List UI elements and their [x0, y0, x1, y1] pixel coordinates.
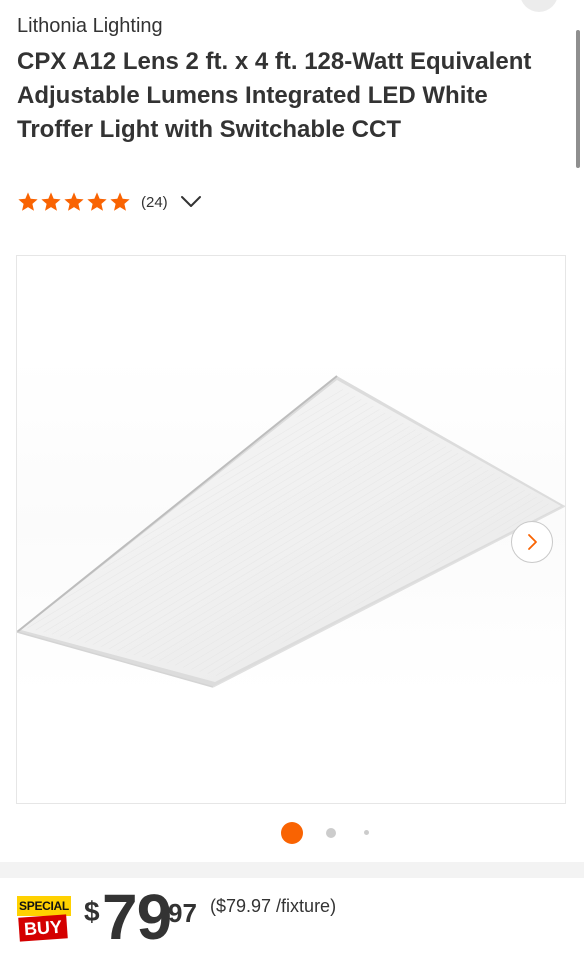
- brand-name[interactable]: Lithonia Lighting: [17, 15, 163, 38]
- chevron-right-icon: [528, 534, 537, 550]
- product-image-gallery[interactable]: [16, 255, 566, 804]
- special-buy-badge: SPECIAL BUY: [17, 896, 71, 942]
- star-icon: [87, 192, 107, 211]
- badge-top-label: SPECIAL: [17, 896, 71, 916]
- product-image: [17, 356, 565, 696]
- gallery-pagination: [0, 820, 584, 846]
- review-count[interactable]: (24): [141, 194, 168, 211]
- star-icon: [41, 192, 61, 211]
- price-dollars: 79: [102, 881, 172, 953]
- next-image-button[interactable]: [511, 521, 553, 563]
- scrollbar[interactable]: [576, 30, 580, 168]
- product-page: Lithonia Lighting CPX A12 Lens 2 ft. x 4…: [0, 0, 584, 960]
- unit-price: ($79.97 /fixture): [210, 896, 337, 916]
- price-currency: $: [84, 896, 100, 927]
- section-divider: [0, 862, 584, 878]
- badge-bottom-label: BUY: [18, 914, 68, 942]
- pagination-dot-active[interactable]: [281, 822, 303, 844]
- star-icon: [110, 192, 130, 211]
- rating-summary[interactable]: (24): [17, 188, 202, 216]
- pagination-dot[interactable]: [326, 828, 336, 838]
- product-title: CPX A12 Lens 2 ft. x 4 ft. 128-Watt Equi…: [17, 48, 532, 143]
- price-section: SPECIAL BUY $ 79 97 ($79.97 /fixture): [0, 878, 584, 960]
- pagination-dot[interactable]: [364, 830, 369, 835]
- star-rating: [17, 191, 132, 213]
- price-cents: 97: [168, 898, 197, 928]
- star-icon: [18, 192, 38, 211]
- top-action-button[interactable]: [520, 0, 558, 12]
- star-icon: [64, 192, 84, 211]
- chevron-down-icon[interactable]: [180, 195, 202, 209]
